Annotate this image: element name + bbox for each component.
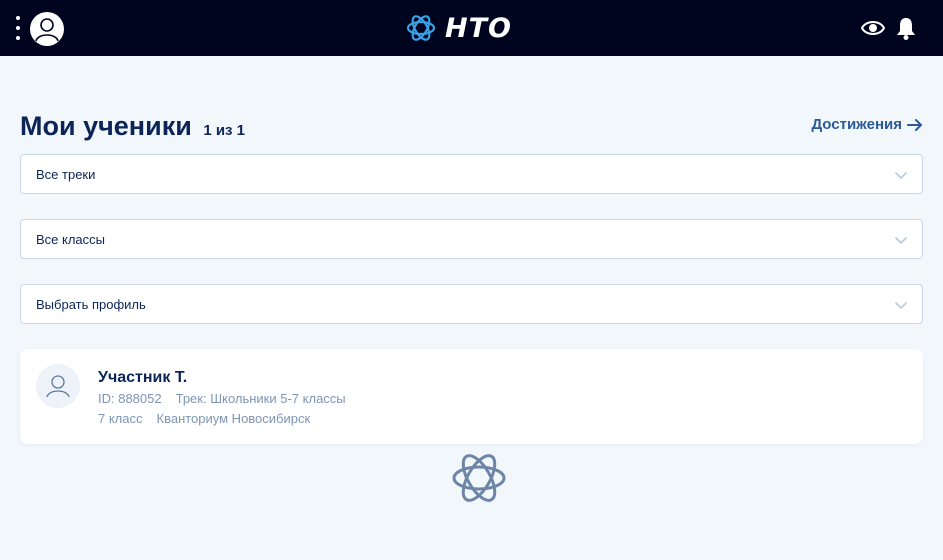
menu-dots-icon[interactable] — [13, 16, 23, 40]
chevron-down-icon — [895, 302, 907, 310]
bell-icon[interactable] — [896, 16, 916, 40]
student-organization: Кванториум Новосибирск — [156, 411, 311, 426]
top-bar: НТО — [0, 0, 943, 56]
page-title: Мои ученики 1 из 1 — [20, 111, 245, 142]
profile-select[interactable]: Выбрать профиль — [20, 284, 923, 324]
student-meta-line-2: 7 класс Кванториум Новосибирск — [98, 411, 310, 426]
user-avatar-icon[interactable] — [30, 12, 64, 46]
student-meta-line-1: ID: 888052 Трек: Школьники 5-7 классы — [98, 391, 346, 406]
logo[interactable]: НТО — [405, 11, 512, 45]
class-select[interactable]: Все классы — [20, 219, 923, 259]
eye-icon[interactable] — [861, 17, 885, 39]
student-card[interactable]: Участник Т. ID: 888052 Трек: Школьники 5-… — [20, 349, 923, 444]
page-title-text: Мои ученики — [20, 111, 192, 141]
track-select[interactable]: Все треки — [20, 154, 923, 194]
students-count: 1 из 1 — [203, 122, 246, 139]
chevron-down-icon — [895, 237, 907, 245]
profile-select-value: Выбрать профиль — [36, 296, 146, 312]
arrow-right-icon — [907, 118, 922, 131]
achievements-link-label: Достижения — [811, 116, 902, 133]
class-select-value: Все классы — [36, 231, 106, 247]
track-select-value: Все треки — [36, 166, 96, 182]
student-avatar-icon — [36, 364, 80, 408]
student-grade: 7 класс — [98, 411, 143, 426]
loading-spinner-icon — [452, 454, 506, 502]
logo-mark-icon — [406, 15, 436, 41]
achievements-link[interactable]: Достижения — [811, 116, 923, 133]
student-name: Участник Т. — [98, 369, 188, 386]
logo-text: НТО — [445, 12, 512, 44]
student-id: ID: 888052 — [98, 391, 162, 406]
student-track: Трек: Школьники 5-7 классы — [175, 391, 346, 406]
chevron-down-icon — [895, 172, 907, 180]
